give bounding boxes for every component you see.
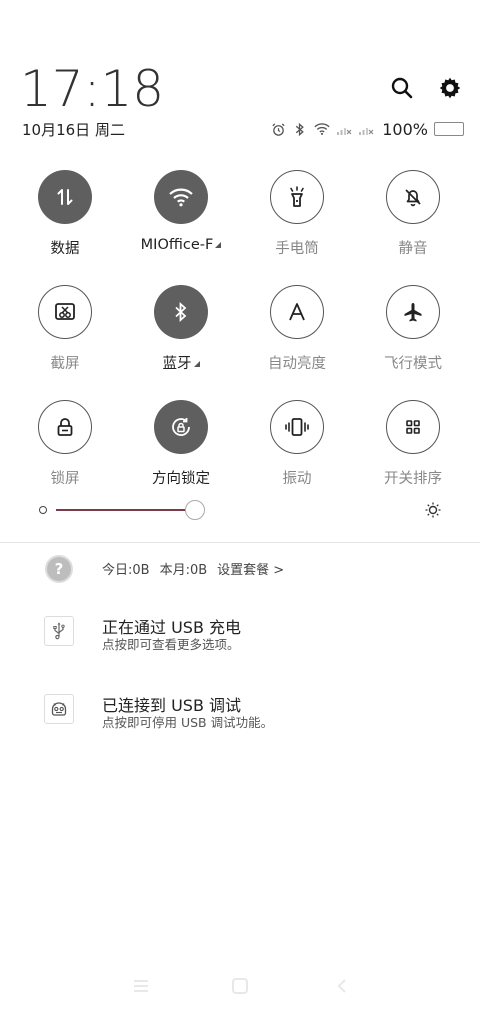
wifi-icon	[154, 170, 208, 224]
toggle-mute[interactable]: 静音	[355, 170, 471, 258]
toggle-vibrate[interactable]: 振动	[239, 400, 355, 488]
airplane-icon	[386, 285, 440, 339]
toggle-label: 振动	[282, 471, 312, 487]
toggle-bluetooth[interactable]: 蓝牙	[123, 285, 239, 373]
android-debug-icon	[44, 694, 74, 724]
grid-sort-icon	[386, 400, 440, 454]
signal-no-service-icon	[336, 121, 352, 137]
toggle-label: 方向锁定	[152, 471, 210, 487]
battery-percent: 100%	[382, 119, 428, 139]
brightness-high-icon	[424, 501, 442, 519]
toggle-label: MIOffice-F	[140, 237, 214, 253]
expand-triangle-icon	[193, 361, 200, 367]
expand-triangle-icon	[215, 242, 222, 248]
brightness-thumb[interactable]	[185, 500, 205, 520]
data-usage-today: 今日:0B	[102, 563, 150, 578]
toggle-sort[interactable]: 开关排序	[355, 400, 471, 488]
brightness-low-icon	[39, 506, 47, 514]
settings-gear-icon[interactable]	[434, 72, 466, 104]
data-usage-month: 本月:0B	[159, 563, 208, 578]
toggle-label: 静音	[398, 241, 428, 257]
date-text: 10月16日 周二	[22, 121, 125, 139]
toggle-screenshot[interactable]: 截屏	[7, 285, 123, 373]
toggle-label: 自动亮度	[268, 356, 326, 372]
search-icon[interactable]	[386, 72, 418, 104]
data-arrows-icon	[38, 170, 92, 224]
status-bar: 100%	[270, 119, 464, 139]
usb-icon	[44, 616, 74, 646]
clock-time: 17:18	[20, 60, 165, 118]
brightness-track[interactable]	[56, 509, 185, 511]
toggle-auto-brightness[interactable]: 自动亮度	[239, 285, 355, 373]
auto-brightness-icon	[270, 285, 324, 339]
bluetooth-status-icon	[292, 121, 308, 137]
toggle-label: 锁屏	[50, 471, 80, 487]
divider	[0, 542, 480, 543]
battery-icon	[434, 122, 464, 136]
toggle-label: 数据	[50, 241, 80, 257]
toggle-label: 开关排序	[384, 471, 442, 487]
toggle-label: 蓝牙	[162, 356, 192, 372]
flashlight-icon	[270, 170, 324, 224]
toggle-airplane[interactable]: 飞行模式	[355, 285, 471, 373]
rotation-lock-icon	[154, 400, 208, 454]
notification-usb-charging[interactable]: 正在通过 USB 充电 点按即可查看更多选项。	[0, 610, 480, 660]
back-icon[interactable]	[330, 974, 354, 998]
notification-subtitle: 点按即可停用 USB 调试功能。	[102, 715, 274, 730]
setup-plan-link[interactable]: 设置套餐 >	[217, 559, 284, 578]
bell-off-icon	[386, 170, 440, 224]
brightness-slider[interactable]	[36, 498, 456, 522]
bluetooth-icon	[154, 285, 208, 339]
notification-usb-debugging[interactable]: 已连接到 USB 调试 点按即可停用 USB 调试功能。	[0, 688, 480, 738]
toggle-flashlight[interactable]: 手电筒	[239, 170, 355, 258]
toggle-data[interactable]: 数据	[7, 170, 123, 258]
alarm-icon	[270, 121, 286, 137]
toggle-lock-screen[interactable]: 锁屏	[7, 400, 123, 488]
home-icon[interactable]	[228, 974, 252, 998]
lock-icon	[38, 400, 92, 454]
data-usage-row: 今日:0B 本月:0B 设置套餐 >	[102, 559, 284, 578]
toggle-rotation-lock[interactable]: 方向锁定	[123, 400, 239, 488]
wifi-status-icon	[314, 121, 330, 137]
signal-no-service-icon-2	[358, 121, 374, 137]
screenshot-icon	[38, 285, 92, 339]
toggle-wifi[interactable]: MIOffice-F	[123, 170, 239, 253]
toggle-label: 手电筒	[275, 241, 319, 257]
vibrate-icon	[270, 400, 324, 454]
navigation-bar	[0, 970, 480, 1000]
notification-subtitle: 点按即可查看更多选项。	[102, 637, 240, 652]
help-question-icon: ?	[45, 555, 73, 583]
toggle-label: 截屏	[50, 356, 80, 372]
toggle-label: 飞行模式	[384, 356, 442, 372]
menu-icon[interactable]	[129, 974, 153, 998]
